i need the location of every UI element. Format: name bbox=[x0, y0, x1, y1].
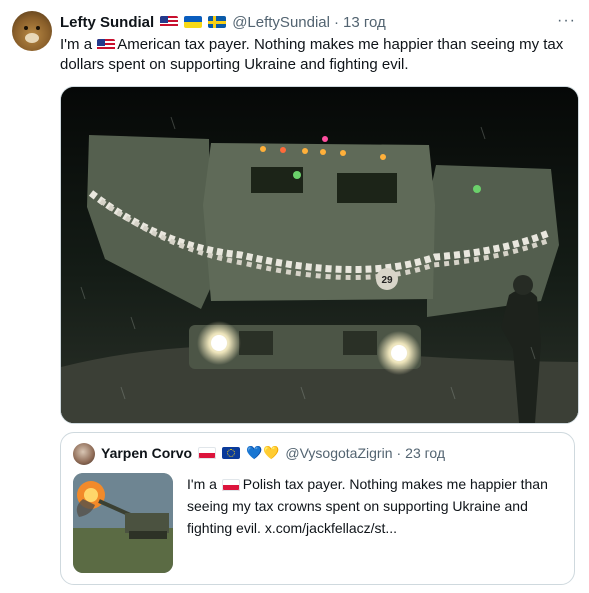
flag-us-icon bbox=[160, 16, 179, 28]
tweet-text-start: I'm a bbox=[60, 36, 93, 53]
separator-dot: · bbox=[333, 13, 339, 31]
quoted-text-rest: Polish tax payer. Nothing makes me happi… bbox=[187, 476, 548, 536]
artillery-photo bbox=[73, 473, 173, 573]
tweet-header: Lefty Sundial @LeftySundial · 13 год bbox=[60, 12, 386, 32]
tweet-text: I'm a American tax payer. Nothing makes … bbox=[60, 35, 575, 75]
flag-us-icon bbox=[97, 39, 116, 52]
more-options-icon[interactable]: ··· bbox=[557, 12, 576, 30]
author-handle[interactable]: @LeftySundial bbox=[232, 14, 330, 31]
plate-number: 29 bbox=[381, 275, 393, 286]
quoted-timestamp[interactable]: 23 год bbox=[405, 445, 445, 461]
flag-poland-icon bbox=[221, 479, 240, 492]
flag-eu-icon bbox=[222, 447, 241, 459]
flag-ukraine-icon bbox=[184, 16, 203, 28]
flag-sweden-icon bbox=[208, 16, 227, 28]
tweet-card[interactable]: Lefty Sundial @LeftySundial · 13 год ···… bbox=[0, 0, 589, 593]
himars-night-photo: 29 bbox=[61, 87, 578, 423]
quoted-author-handle[interactable]: @VysogotaZigrin bbox=[285, 445, 392, 461]
quoted-author-avatar[interactable] bbox=[73, 443, 95, 465]
quoted-text-start: I'm a bbox=[187, 476, 217, 492]
avatar-snout bbox=[25, 33, 39, 43]
yellow-heart-icon: 💛 bbox=[263, 445, 280, 460]
separator-dot: · bbox=[396, 445, 402, 461]
quoted-tweet-header: Yarpen Corvo 💙 💛 @VysogotaZigrin · 23 год bbox=[101, 445, 445, 461]
quoted-author-name[interactable]: Yarpen Corvo bbox=[101, 445, 192, 461]
flag-poland-icon bbox=[198, 447, 217, 459]
author-avatar[interactable] bbox=[12, 11, 52, 51]
blue-heart-icon: 💙 bbox=[246, 445, 263, 460]
author-name[interactable]: Lefty Sundial bbox=[60, 14, 154, 31]
quoted-tweet-text: I'm a Polish tax payer. Nothing makes me… bbox=[187, 473, 562, 539]
timestamp[interactable]: 13 год bbox=[343, 14, 386, 31]
tweet-media-image[interactable]: 29 bbox=[60, 86, 579, 424]
quoted-media-thumbnail[interactable] bbox=[73, 473, 173, 573]
tweet-text-rest: American tax payer. Nothing makes me hap… bbox=[60, 36, 564, 73]
avatar-eye bbox=[24, 26, 28, 30]
avatar-eye bbox=[36, 26, 40, 30]
quoted-tweet[interactable]: Yarpen Corvo 💙 💛 @VysogotaZigrin · 23 год… bbox=[60, 432, 575, 585]
